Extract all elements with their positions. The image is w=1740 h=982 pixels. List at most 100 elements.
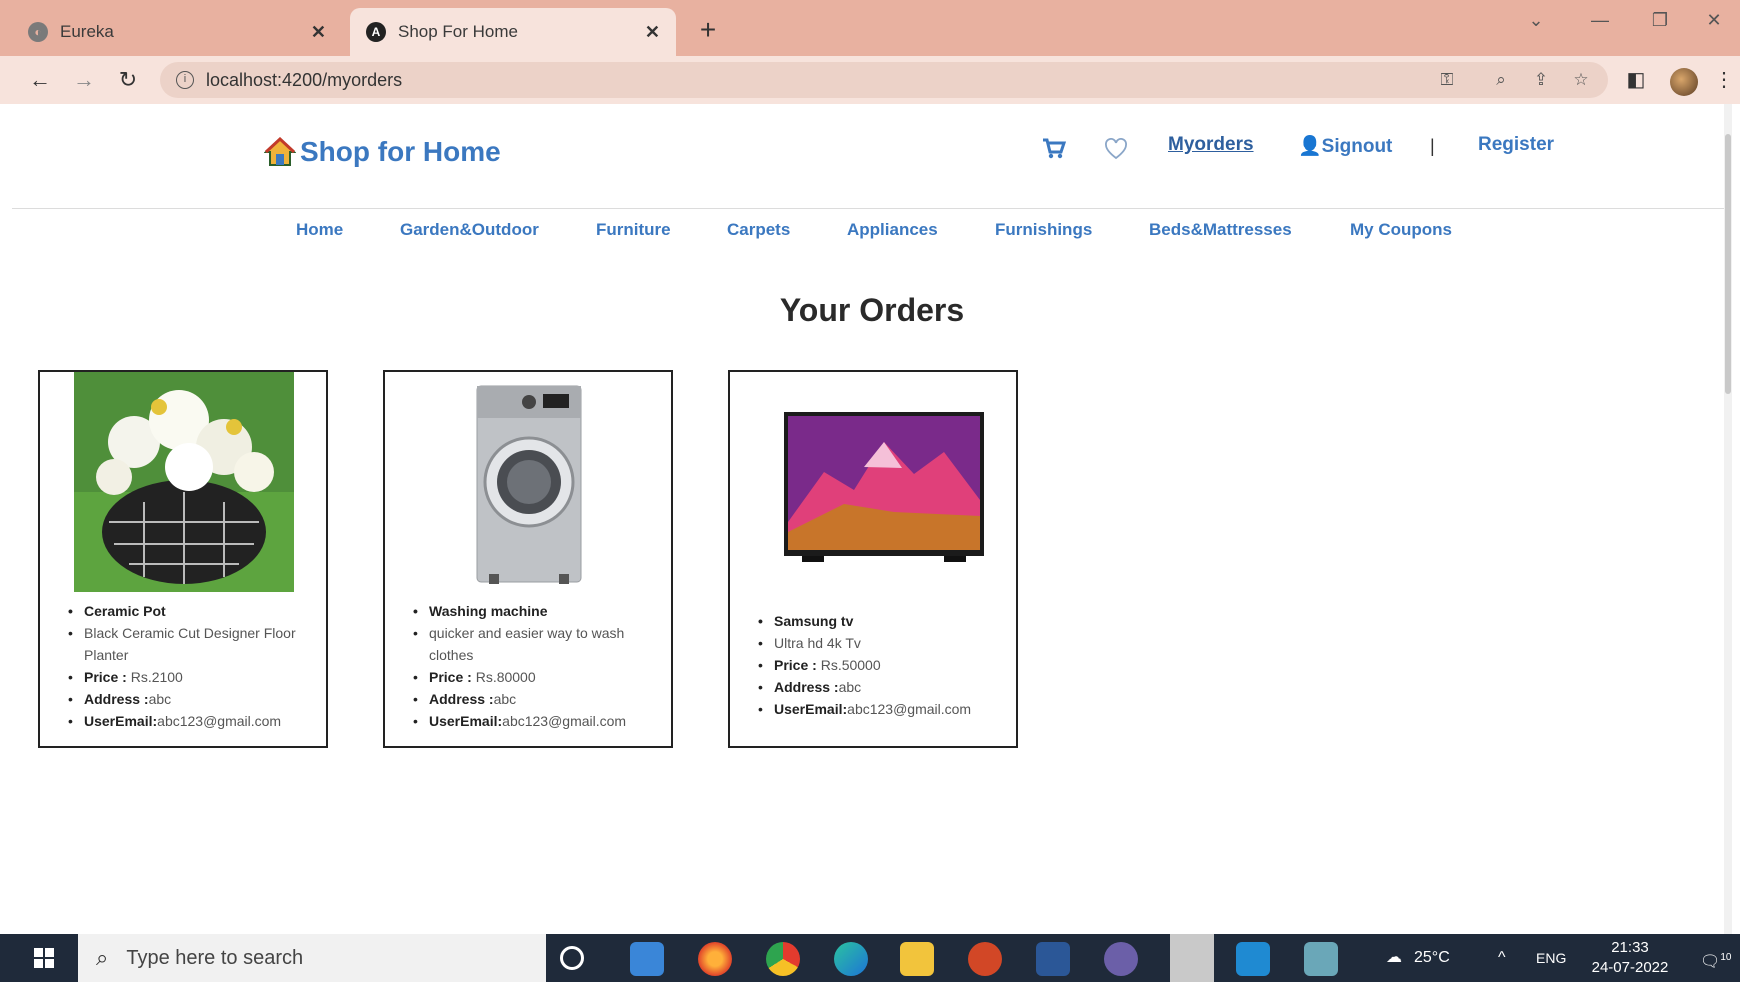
minimize-icon[interactable]: — — [1580, 10, 1620, 31]
edge-app-icon[interactable] — [834, 942, 868, 976]
globe-icon: ◐ — [28, 22, 48, 42]
email-label: UserEmail: — [774, 701, 848, 717]
order-details: Washing machine quicker and easier way t… — [411, 600, 663, 732]
address-bar[interactable]: i localhost:4200/myorders ⚿ ⌕ ⇪ ☆ — [160, 62, 1608, 98]
zoom-icon[interactable]: ⌕ — [1486, 62, 1516, 98]
store-app-icon[interactable] — [630, 942, 664, 976]
file-explorer-icon[interactable] — [900, 942, 934, 976]
email-label: UserEmail: — [84, 713, 158, 729]
firefox-app-icon[interactable] — [698, 942, 732, 976]
order-details: Samsung tv Ultra hd 4k Tv Price : Rs.500… — [756, 610, 1008, 720]
myorders-link[interactable]: Myorders — [1168, 134, 1254, 156]
tab-eureka[interactable]: ◐ Eureka ✕ — [12, 8, 342, 56]
product-description: Ultra hd 4k Tv — [756, 632, 1008, 654]
vscode-app-icon[interactable] — [1236, 942, 1270, 976]
chrome-active-app-icon[interactable] — [1170, 934, 1214, 982]
tab-title: Eureka — [60, 22, 114, 41]
key-icon[interactable]: ⚿ — [1432, 62, 1462, 98]
nav-furnishings[interactable]: Furnishings — [995, 220, 1092, 240]
product-price: Price : Rs.50000 — [756, 654, 1008, 676]
weather-temp[interactable]: 25°C — [1414, 934, 1450, 982]
close-tab-icon[interactable]: ✕ — [645, 22, 660, 43]
taskbar-search-input[interactable]: ⌕ Type here to search — [78, 934, 546, 982]
address-label: Address : — [429, 691, 494, 707]
menu-icon[interactable]: ⋮ — [1708, 64, 1740, 96]
order-details: Ceramic Pot Black Ceramic Cut Designer F… — [66, 600, 318, 732]
samsung-tv-image — [784, 412, 984, 562]
product-description: quicker and easier way to wash clothes — [411, 622, 663, 666]
reload-icon[interactable]: ↻ — [112, 64, 144, 96]
user-icon: 👤 — [1298, 136, 1322, 157]
order-card: Washing machine quicker and easier way t… — [383, 370, 673, 748]
price-label: Price : — [429, 669, 472, 685]
url-text: localhost:4200/myorders — [206, 69, 403, 90]
task-view-icon[interactable] — [560, 946, 584, 970]
signout-link[interactable]: 👤Signout — [1298, 134, 1392, 158]
nav-furniture[interactable]: Furniture — [596, 220, 671, 240]
notification-count: 10 — [1720, 952, 1732, 963]
powerpoint-app-icon[interactable] — [968, 942, 1002, 976]
washing-machine-image — [476, 385, 582, 584]
heart-icon[interactable] — [1104, 138, 1128, 160]
new-tab-button[interactable]: + — [690, 12, 726, 48]
screen: ◐ Eureka ✕ A Shop For Home ✕ + ⌄ — ❐ ✕ ←… — [0, 0, 1740, 982]
product-name: Ceramic Pot — [66, 600, 318, 622]
brand-logo[interactable]: Shop for Home — [264, 136, 501, 168]
order-email: UserEmail:abc123@gmail.com — [66, 710, 318, 732]
home-logo-icon — [264, 137, 296, 166]
search-icon: ⌕ — [96, 945, 109, 970]
product-name: Washing machine — [411, 600, 663, 622]
chrome-app-icon[interactable] — [766, 942, 800, 976]
email-value: abc123@gmail.com — [157, 713, 282, 729]
product-name: Samsung tv — [756, 610, 1008, 632]
browser-tab-strip: ◐ Eureka ✕ A Shop For Home ✕ + ⌄ — ❐ ✕ — [0, 0, 1740, 56]
ceramic-pot-image — [74, 372, 294, 592]
tab-shop-for-home[interactable]: A Shop For Home ✕ — [350, 8, 676, 56]
system-clock[interactable]: 21:33 24-07-2022 — [1580, 938, 1680, 978]
side-panel-icon[interactable]: ◧ — [1620, 64, 1652, 96]
scrollbar-thumb[interactable] — [1725, 134, 1731, 394]
star-icon[interactable]: ☆ — [1566, 62, 1596, 98]
back-icon[interactable]: ← — [24, 64, 56, 96]
order-address: Address :abc — [411, 688, 663, 710]
windows-taskbar: ⌕ Type here to search ☁ 25°C ^ ENG 21:33… — [0, 934, 1740, 982]
email-value: abc123@gmail.com — [847, 701, 972, 717]
nav-carpets[interactable]: Carpets — [727, 220, 790, 240]
page-title: Your Orders — [779, 292, 965, 328]
notification-icon[interactable]: 🗨10 — [1700, 934, 1731, 982]
forward-icon[interactable]: → — [68, 64, 100, 96]
address-value: abc — [148, 691, 172, 707]
nav-garden-outdoor[interactable]: Garden&Outdoor — [400, 220, 539, 240]
search-placeholder: Type here to search — [126, 946, 304, 969]
share-icon[interactable]: ⇪ — [1526, 62, 1556, 98]
profile-avatar[interactable] — [1670, 68, 1698, 96]
info-icon[interactable]: i — [176, 71, 194, 89]
language-indicator[interactable]: ENG — [1536, 934, 1566, 982]
browser-toolbar: ← → ↻ i localhost:4200/myorders ⚿ ⌕ ⇪ ☆ … — [0, 56, 1740, 104]
restore-icon[interactable]: ❐ — [1640, 10, 1680, 31]
page-scrollbar[interactable] — [1724, 104, 1732, 934]
cart-icon[interactable] — [1042, 138, 1066, 160]
address-value: abc — [838, 679, 862, 695]
register-link[interactable]: Register — [1478, 134, 1554, 156]
weather-icon[interactable]: ☁ — [1386, 934, 1402, 982]
windows-start-icon[interactable] — [12, 934, 76, 982]
product-description: Black Ceramic Cut Designer Floor Planter — [66, 622, 318, 666]
eclipse-app-icon[interactable] — [1104, 942, 1138, 976]
product-price: Price : Rs.80000 — [411, 666, 663, 688]
price-value: Rs.80000 — [471, 669, 536, 685]
nav-home[interactable]: Home — [296, 220, 343, 240]
tab-search-icon[interactable]: ⌄ — [1516, 10, 1556, 31]
price-label: Price : — [774, 657, 817, 673]
nav-beds-mattresses[interactable]: Beds&Mattresses — [1149, 220, 1292, 240]
tool-app-icon[interactable] — [1304, 942, 1338, 976]
order-card: Ceramic Pot Black Ceramic Cut Designer F… — [38, 370, 328, 748]
tray-chevron-icon[interactable]: ^ — [1498, 934, 1506, 982]
product-price: Price : Rs.2100 — [66, 666, 318, 688]
order-address: Address :abc — [756, 676, 1008, 698]
nav-my-coupons[interactable]: My Coupons — [1350, 220, 1452, 240]
nav-appliances[interactable]: Appliances — [847, 220, 938, 240]
close-window-icon[interactable]: ✕ — [1694, 10, 1734, 31]
close-tab-icon[interactable]: ✕ — [311, 22, 326, 43]
word-app-icon[interactable] — [1036, 942, 1070, 976]
